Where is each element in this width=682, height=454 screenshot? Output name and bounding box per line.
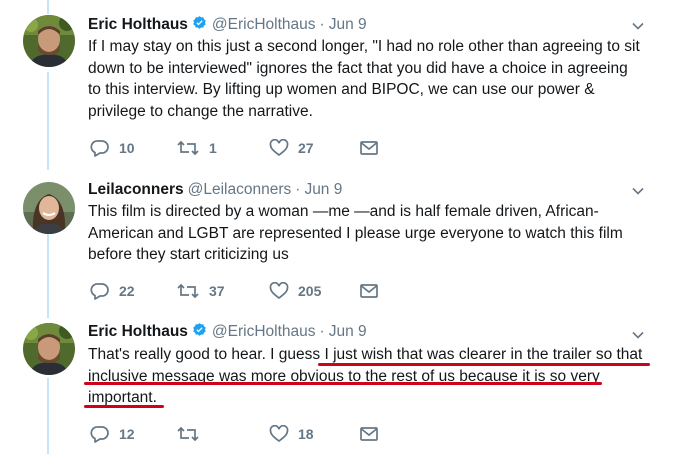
verified-badge-icon (191, 15, 208, 38)
tweet-text-line: privilege to change the narrative. (88, 102, 313, 120)
separator-dot: · (319, 323, 325, 340)
tweet-text-line: American and LGBT are represented I plea… (88, 224, 623, 242)
direct-message-button[interactable] (359, 425, 379, 443)
like-button[interactable]: 205 (269, 282, 321, 300)
tweet-text-line: This film is directed by a woman —me —an… (88, 203, 599, 220)
like-count: 18 (298, 426, 314, 442)
chevron-down-icon[interactable] (632, 19, 644, 31)
tweet-header: Eric Holthaus @EricHolthaus · Jun 9 (88, 15, 367, 38)
retweet-icon (177, 426, 199, 442)
like-count: 205 (298, 283, 322, 299)
like-button[interactable]: 18 (269, 425, 314, 443)
retweet-button[interactable]: 37 (176, 282, 225, 300)
reply-icon (90, 140, 109, 157)
tweet-actions: 10 1 27 (88, 139, 408, 159)
reply-icon (90, 426, 109, 443)
avatar-image (23, 182, 75, 234)
highlight-underline (84, 405, 164, 408)
display-name[interactable]: Eric Holthaus (88, 323, 188, 340)
separator-dot: · (295, 181, 301, 198)
tweet-text-line: to this interview. By lifting up women a… (88, 81, 595, 98)
like-button[interactable]: 27 (269, 139, 314, 157)
tweet[interactable]: Leilaconners @Leilaconners · Jun 9 This fil… (0, 170, 682, 320)
display-name[interactable]: Leilaconners (88, 181, 184, 198)
retweet-button[interactable]: 1 (176, 139, 217, 157)
retweet-icon (177, 283, 199, 299)
like-count: 27 (298, 140, 314, 156)
tweet-header: Leilaconners @Leilaconners · Jun 9 (88, 180, 342, 200)
reply-count: 12 (119, 426, 135, 442)
tweet-text-line: down to be interviewed" ignores the fact… (88, 59, 628, 77)
like-icon (269, 425, 289, 443)
user-handle[interactable]: @EricHolthaus (212, 16, 316, 33)
tweet-text-line: If I may stay on this just a second long… (88, 38, 640, 55)
retweet-count: 37 (209, 283, 225, 299)
reply-count: 22 (119, 283, 135, 299)
tweet[interactable]: Eric Holthaus @EricHolthaus · Jun 9 If I ma… (0, 0, 682, 170)
tweet-actions: 22 37 205 (88, 282, 408, 302)
separator-dot: · (319, 16, 325, 33)
retweet-icon (177, 140, 199, 156)
reply-button[interactable]: 10 (90, 139, 135, 157)
tweet-date[interactable]: Jun 9 (304, 181, 342, 198)
tweet[interactable]: Eric Holthaus @EricHolthaus · Jun 9 That's … (0, 318, 682, 454)
highlight-underline (84, 382, 602, 385)
message-icon (360, 141, 378, 155)
user-handle[interactable]: @Leilaconners (188, 181, 292, 198)
retweet-button[interactable] (176, 425, 209, 443)
avatar[interactable] (23, 15, 75, 67)
display-name[interactable]: Eric Holthaus (88, 16, 188, 33)
tweet-text-line: important. (88, 389, 157, 406)
message-icon (360, 427, 378, 441)
chevron-down-icon[interactable] (632, 184, 644, 196)
highlight-underline (318, 363, 650, 366)
direct-message-button[interactable] (359, 282, 379, 300)
reply-count: 10 (119, 140, 135, 156)
tweet-actions: 12 18 (88, 425, 408, 445)
reply-button[interactable]: 22 (90, 282, 135, 300)
tweet-header: Eric Holthaus @EricHolthaus · Jun 9 (88, 322, 367, 345)
tweet-text-line: before they start criticizing us (88, 246, 289, 263)
direct-message-button[interactable] (359, 139, 379, 157)
chevron-down-icon[interactable] (632, 328, 644, 340)
user-handle[interactable]: @EricHolthaus (212, 323, 316, 340)
avatar-image (23, 323, 75, 375)
verified-badge-icon (191, 322, 208, 345)
tweet-date[interactable]: Jun 9 (329, 16, 367, 33)
tweet-text: This film is directed by a woman —me —an… (88, 201, 648, 266)
tweet-text: If I may stay on this just a second long… (88, 36, 648, 122)
like-icon (269, 139, 289, 157)
avatar[interactable] (23, 182, 75, 234)
avatar-image (23, 15, 75, 67)
message-icon (360, 284, 378, 298)
reply-button[interactable]: 12 (90, 425, 135, 443)
retweet-count: 1 (209, 140, 217, 156)
like-icon (269, 282, 289, 300)
reply-icon (90, 283, 109, 300)
tweet-date[interactable]: Jun 9 (329, 323, 367, 340)
tweet-text: That's really good to hear. I guess I ju… (88, 344, 648, 409)
avatar[interactable] (23, 323, 75, 375)
